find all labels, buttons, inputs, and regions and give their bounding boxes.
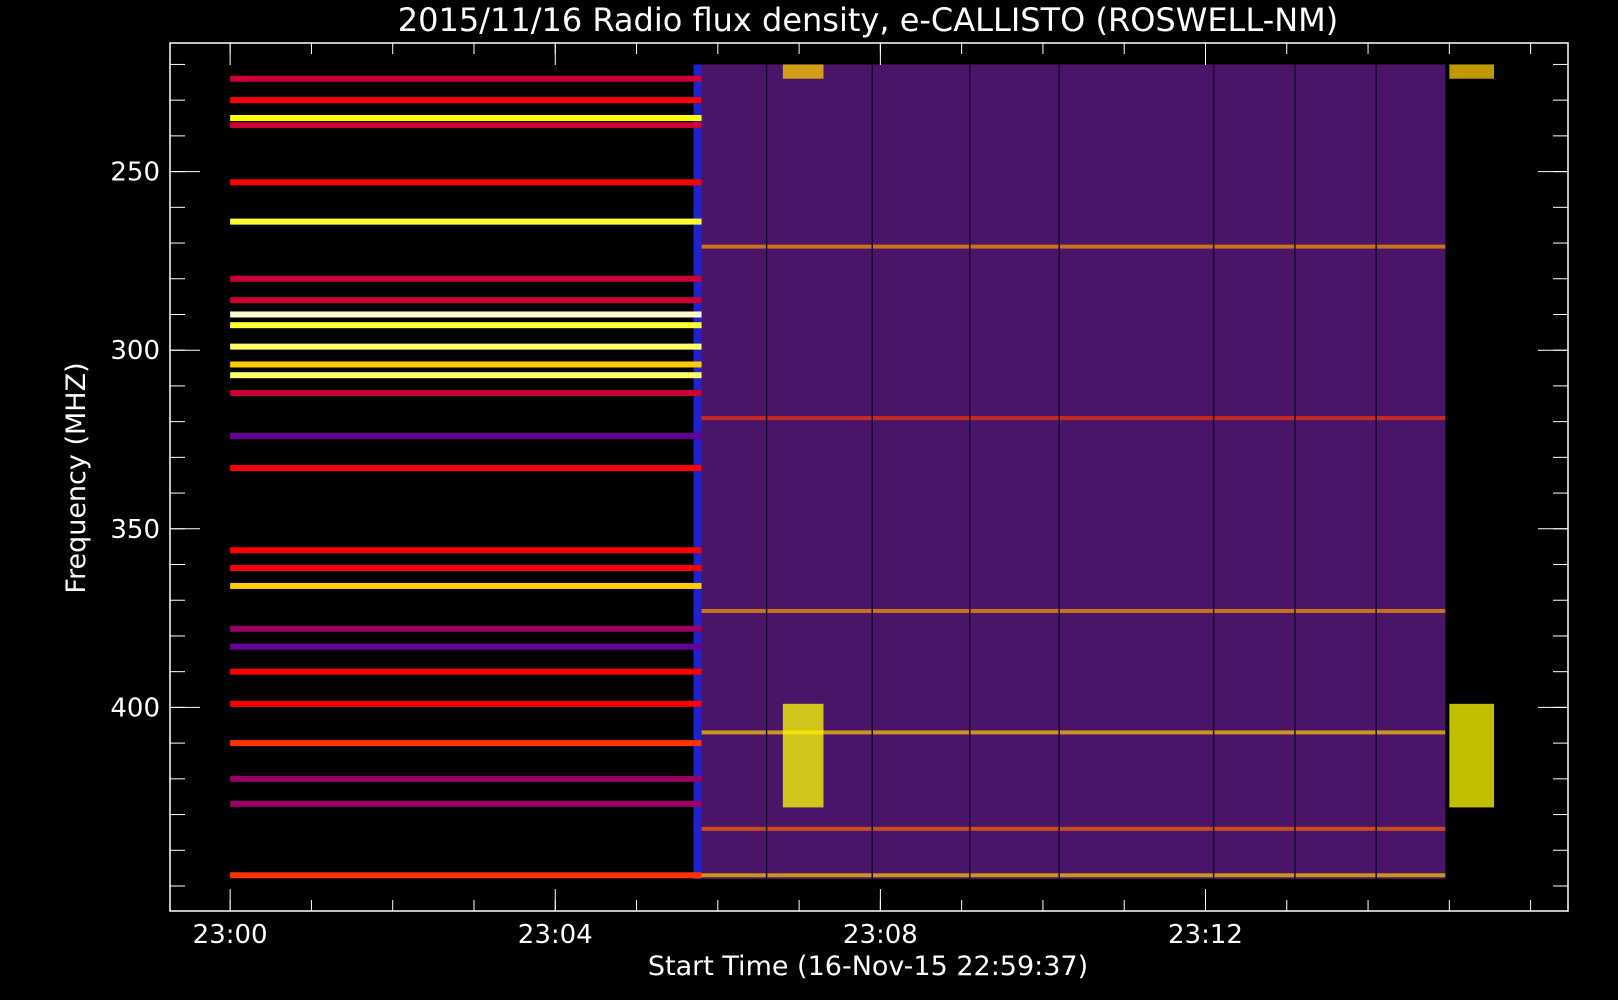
frequency-band — [230, 97, 702, 104]
frequency-band — [230, 582, 702, 589]
y-tick-label: 250 — [110, 158, 160, 188]
y-tick-label: 300 — [110, 336, 160, 366]
onset-edge — [693, 64, 702, 879]
frequency-band — [701, 244, 1446, 249]
frequency-band — [230, 700, 702, 707]
frequency-band — [230, 322, 702, 329]
x-axis-label: Start Time (16-Nov-15 22:59:37) — [648, 951, 1088, 982]
x-tick-labels: 23:00 23:04 23:08 23:12 — [193, 920, 1243, 950]
frequency-band — [701, 416, 1446, 421]
frequency-band — [230, 343, 702, 350]
frequency-band — [230, 115, 702, 122]
frequency-band — [230, 372, 702, 379]
frequency-band — [230, 643, 702, 650]
frequency-band — [230, 547, 702, 554]
x-tick-label: 23:12 — [1168, 920, 1243, 950]
frequency-band — [230, 361, 702, 368]
frequency-band — [230, 565, 702, 572]
chart-title: 2015/11/16 Radio flux density, e-CALLIST… — [398, 1, 1338, 39]
frequency-band — [230, 390, 702, 397]
frequency-band — [701, 826, 1446, 831]
y-axis-label: Frequency (MHZ) — [61, 362, 92, 593]
frequency-band — [230, 872, 702, 879]
y-tick-label: 350 — [110, 515, 160, 545]
frequency-band — [701, 873, 1446, 878]
frequency-band — [230, 218, 702, 225]
frequency-band — [230, 122, 702, 129]
frequency-band — [230, 311, 702, 318]
radio-burst — [782, 64, 824, 79]
frequency-band — [230, 275, 702, 282]
frequency-band — [230, 800, 702, 807]
frequency-band — [230, 75, 702, 82]
spectrogram-image — [230, 64, 1495, 879]
y-tick-label: 400 — [110, 693, 160, 723]
frequency-band — [230, 465, 702, 472]
x-tick-label: 23:00 — [193, 920, 268, 950]
x-tick-label: 23:04 — [518, 920, 593, 950]
frequency-band — [230, 740, 702, 747]
frequency-band — [230, 179, 702, 186]
quiet-background — [230, 64, 702, 879]
frequency-band — [230, 775, 702, 782]
x-tick-label: 23:08 — [843, 920, 918, 950]
y-tick-labels: 250 300 350 400 — [110, 158, 160, 724]
frequency-band — [230, 625, 702, 632]
frequency-band — [230, 432, 702, 439]
radio-burst — [1449, 703, 1495, 808]
frequency-band — [701, 608, 1446, 613]
spectrogram-figure: 2015/11/16 Radio flux density, e-CALLIST… — [61, 1, 1569, 982]
radio-burst — [782, 703, 824, 808]
radio-burst — [1449, 64, 1495, 79]
frequency-band — [230, 668, 702, 675]
frequency-band — [230, 297, 702, 304]
